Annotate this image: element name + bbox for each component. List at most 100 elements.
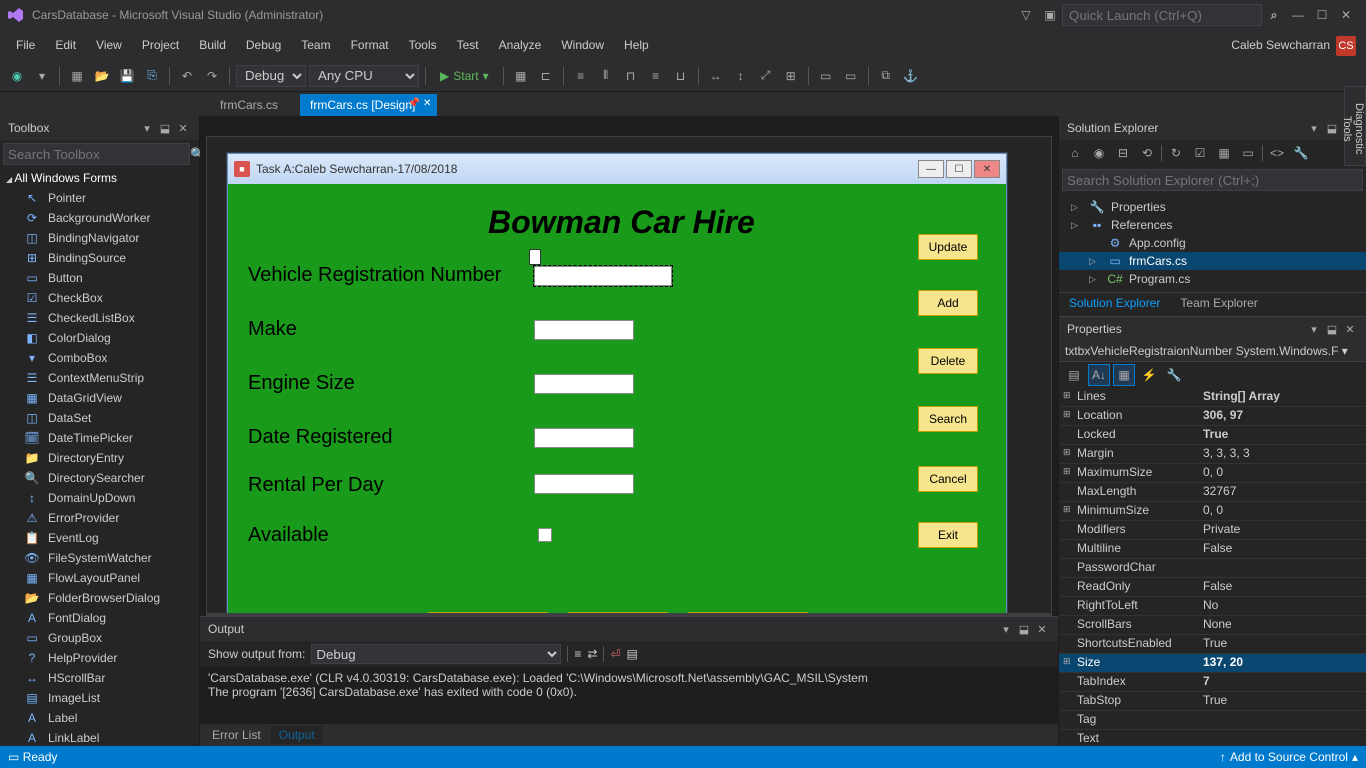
property-row[interactable]: ShortcutsEnabledTrue: [1059, 635, 1366, 654]
designer-surface[interactable]: ■ Task A:Caleb Sewcharran-17/08/2018 — ☐…: [206, 136, 1052, 614]
menu-window[interactable]: Window: [551, 34, 614, 56]
events-icon[interactable]: ⚡: [1138, 364, 1160, 386]
nav-back-icon[interactable]: ◉: [6, 65, 28, 87]
tab-order-icon[interactable]: ⧉: [875, 65, 897, 87]
bring-front-icon[interactable]: ▭: [815, 65, 837, 87]
solution-tree[interactable]: ▷🔧Properties ▷▪▪References ⚙App.config ▷…: [1059, 194, 1366, 292]
toolbox-item[interactable]: ⊞BindingSource: [0, 248, 199, 268]
menu-analyze[interactable]: Analyze: [489, 34, 552, 56]
output-text[interactable]: 'CarsDatabase.exe' (CLR v4.0.30319: Cars…: [200, 667, 1058, 724]
button-exit[interactable]: Exit: [918, 522, 978, 548]
tab-output[interactable]: Output: [271, 726, 323, 744]
show-all-icon[interactable]: ☑: [1190, 143, 1210, 163]
toolbox-item[interactable]: ▤ImageList: [0, 688, 199, 708]
align-middle-icon[interactable]: ≡: [645, 65, 667, 87]
pin-icon[interactable]: 📌 ✕: [408, 98, 432, 109]
toolbox-item[interactable]: ◫DataSet: [0, 408, 199, 428]
close-icon[interactable]: ✕: [1034, 621, 1050, 637]
property-row[interactable]: Tag: [1059, 711, 1366, 730]
toolbox-item[interactable]: ☑CheckBox: [0, 288, 199, 308]
start-button[interactable]: ▶ Start ▾: [432, 69, 497, 83]
align-grid-icon[interactable]: ▦: [510, 65, 532, 87]
signed-in-user[interactable]: Caleb Sewcharran: [1231, 38, 1330, 52]
refresh-icon[interactable]: ↻: [1166, 143, 1186, 163]
toolbox-item[interactable]: ◧ColorDialog: [0, 328, 199, 348]
property-row[interactable]: ModifiersPrivate: [1059, 521, 1366, 540]
toolbox-item[interactable]: ↕DomainUpDown: [0, 488, 199, 508]
search-icon[interactable]: ⌕: [1264, 5, 1284, 25]
toolbox-item[interactable]: ☰ContextMenuStrip: [0, 368, 199, 388]
find-icon[interactable]: ▤: [627, 647, 638, 661]
lock-icon[interactable]: ⚓: [900, 65, 922, 87]
properties-icon[interactable]: ▦: [1214, 143, 1234, 163]
close-icon[interactable]: ✕: [1342, 321, 1358, 337]
add-source-control[interactable]: ↑ Add to Source Control ▴: [1220, 750, 1358, 764]
input-rental[interactable]: [534, 474, 634, 494]
preview-icon[interactable]: ▭: [1238, 143, 1258, 163]
tab-solution-explorer[interactable]: Solution Explorer: [1059, 293, 1170, 316]
tab-frmcars-design[interactable]: frmCars.cs [Design]📌 ✕: [300, 94, 437, 116]
toolbox-item[interactable]: AFontDialog: [0, 608, 199, 628]
toolbox-item[interactable]: 👁FileSystemWatcher: [0, 548, 199, 568]
properties-object[interactable]: txtbxVehicleRegistraionNumber System.Win…: [1059, 341, 1366, 362]
property-row[interactable]: TabIndex7: [1059, 673, 1366, 692]
align-left-icon[interactable]: ⊏: [535, 65, 557, 87]
property-row[interactable]: ⊞LinesString[] Array: [1059, 388, 1366, 407]
form-minimize-icon[interactable]: —: [918, 160, 944, 178]
align-h-icon[interactable]: ≡: [570, 65, 592, 87]
toolbox-item[interactable]: ⚠ErrorProvider: [0, 508, 199, 528]
diagnostic-tools-tab[interactable]: Diagnostic Tools: [1344, 86, 1366, 166]
property-row[interactable]: RightToLeftNo: [1059, 597, 1366, 616]
quick-launch-input[interactable]: [1062, 4, 1262, 26]
dropdown-icon[interactable]: ▾: [998, 621, 1014, 637]
back-icon[interactable]: ◉: [1089, 143, 1109, 163]
output-source-dropdown[interactable]: Debug: [311, 644, 561, 664]
toolbox-search-input[interactable]: [3, 143, 190, 165]
save-all-icon[interactable]: ⎘: [141, 65, 163, 87]
dropdown-icon[interactable]: ▾: [139, 120, 155, 136]
menu-help[interactable]: Help: [614, 34, 659, 56]
redo-icon[interactable]: ↷: [201, 65, 223, 87]
property-row[interactable]: ⊞Margin3, 3, 3, 3: [1059, 445, 1366, 464]
button-delete[interactable]: Delete: [918, 348, 978, 374]
toolbox-item[interactable]: ↔HScrollBar: [0, 668, 199, 688]
node-program[interactable]: ▷C#Program.cs: [1059, 270, 1366, 288]
input-reg[interactable]: [534, 266, 672, 286]
toolbox-item[interactable]: 📋EventLog: [0, 528, 199, 548]
tab-team-explorer[interactable]: Team Explorer: [1170, 293, 1267, 316]
align-top-icon[interactable]: ⊓: [620, 65, 642, 87]
check-available[interactable]: [538, 528, 552, 542]
toolbox-item[interactable]: ▦FlowLayoutPanel: [0, 568, 199, 588]
button-add[interactable]: Add: [918, 290, 978, 316]
view-code-icon[interactable]: <>: [1267, 143, 1287, 163]
property-row[interactable]: TabStopTrue: [1059, 692, 1366, 711]
property-row[interactable]: PasswordChar: [1059, 559, 1366, 578]
button-search[interactable]: Search: [918, 406, 978, 432]
node-frmcars[interactable]: ▷▭frmCars.cs: [1059, 252, 1366, 270]
node-appconfig[interactable]: ⚙App.config: [1059, 234, 1366, 252]
toolbox-item[interactable]: 🔍DirectorySearcher: [0, 468, 199, 488]
toolbox-item[interactable]: ⟳BackgroundWorker: [0, 208, 199, 228]
pin-icon[interactable]: ⬓: [157, 120, 173, 136]
tab-error-list[interactable]: Error List: [204, 726, 269, 744]
vspace-icon[interactable]: ↕: [730, 65, 752, 87]
undo-icon[interactable]: ↶: [176, 65, 198, 87]
button-cancel[interactable]: Cancel: [918, 466, 978, 492]
input-make[interactable]: [534, 320, 634, 340]
menu-file[interactable]: File: [6, 34, 45, 56]
toolbox-item[interactable]: 📂FolderBrowserDialog: [0, 588, 199, 608]
toolbox-item[interactable]: ↖Pointer: [0, 188, 199, 208]
menu-edit[interactable]: Edit: [45, 34, 86, 56]
properties-icon[interactable]: ▦: [1113, 364, 1135, 386]
toolbox-item[interactable]: ALabel: [0, 708, 199, 728]
property-pages-icon[interactable]: 🔧: [1163, 364, 1185, 386]
home-icon[interactable]: ⌂: [1065, 143, 1085, 163]
toolbox-item[interactable]: 📁DirectoryEntry: [0, 448, 199, 468]
maximize-icon[interactable]: ☐: [1312, 5, 1332, 25]
user-badge[interactable]: CS: [1336, 36, 1356, 56]
toolbox-item[interactable]: ALinkLabel: [0, 728, 199, 746]
save-icon[interactable]: 💾: [116, 65, 138, 87]
config-dropdown[interactable]: Debug: [236, 65, 306, 87]
property-row[interactable]: ⊞MaximumSize0, 0: [1059, 464, 1366, 483]
size-icon[interactable]: ⤢: [755, 65, 777, 87]
